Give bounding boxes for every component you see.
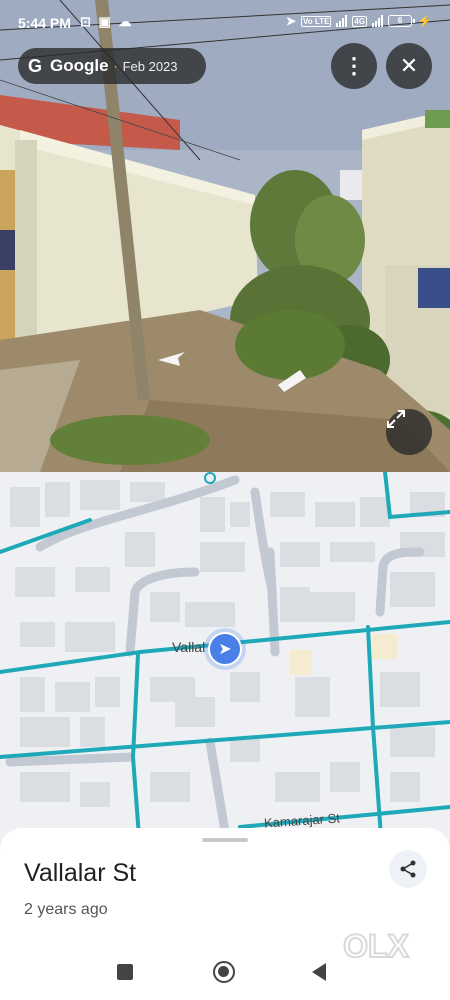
more-options-button[interactable]: ⋮ [331,43,377,89]
place-subtitle: 2 years ago [24,901,108,918]
close-icon: ✕ [399,53,419,78]
more-vertical-icon: ⋮ [343,53,365,78]
network-4g-icon: 4G [352,15,368,27]
imagery-date-pill[interactable]: G Google · Feb 2023 [18,48,206,84]
expand-icon [387,410,405,428]
place-title: Vallalar St [24,859,137,887]
drag-handle[interactable] [202,838,248,842]
charging-icon: ⚡ [417,14,432,28]
home-circle-icon[interactable] [213,961,235,983]
location-marker[interactable]: ➤ [208,632,242,666]
map-view[interactable]: Vallal Kamarajar St ➤ [0,472,450,850]
back-triangle-icon[interactable] [312,963,326,981]
battery-icon: 6 [388,15,416,27]
notification-icons: ⊡ ▣ ☁ [80,14,134,29]
signal-icon [336,15,348,27]
close-button[interactable]: ✕ [386,43,432,89]
google-g-icon: G [28,55,43,76]
recent-apps-square-icon[interactable] [117,964,133,980]
status-bar: 5:44 PM ⊡ ▣ ☁ ➤ Vo LTE 4G 6 ⚡ [0,0,450,44]
navigation-arrow-icon: ➤ [218,641,232,658]
status-time: 5:44 PM [18,15,71,31]
street-view-photo[interactable]: 5:44 PM ⊡ ▣ ☁ ➤ Vo LTE 4G 6 ⚡ G Google ·… [0,0,450,472]
volte-icon: Vo LTE [301,15,332,27]
share-button[interactable] [389,850,427,888]
provider-label: Google [50,56,109,75]
location-arrow-icon: ➤ [285,14,296,28]
share-icon [400,860,416,878]
signal-icon-2 [372,15,384,27]
separator-dot: · [113,59,118,73]
expand-button[interactable] [386,409,432,455]
capture-date: Feb 2023 [122,58,178,74]
system-nav-bar [0,950,450,1000]
street-label-vallalar: Vallal [172,639,206,655]
status-right-icons: ➤ Vo LTE 4G 6 ⚡ [286,14,432,28]
